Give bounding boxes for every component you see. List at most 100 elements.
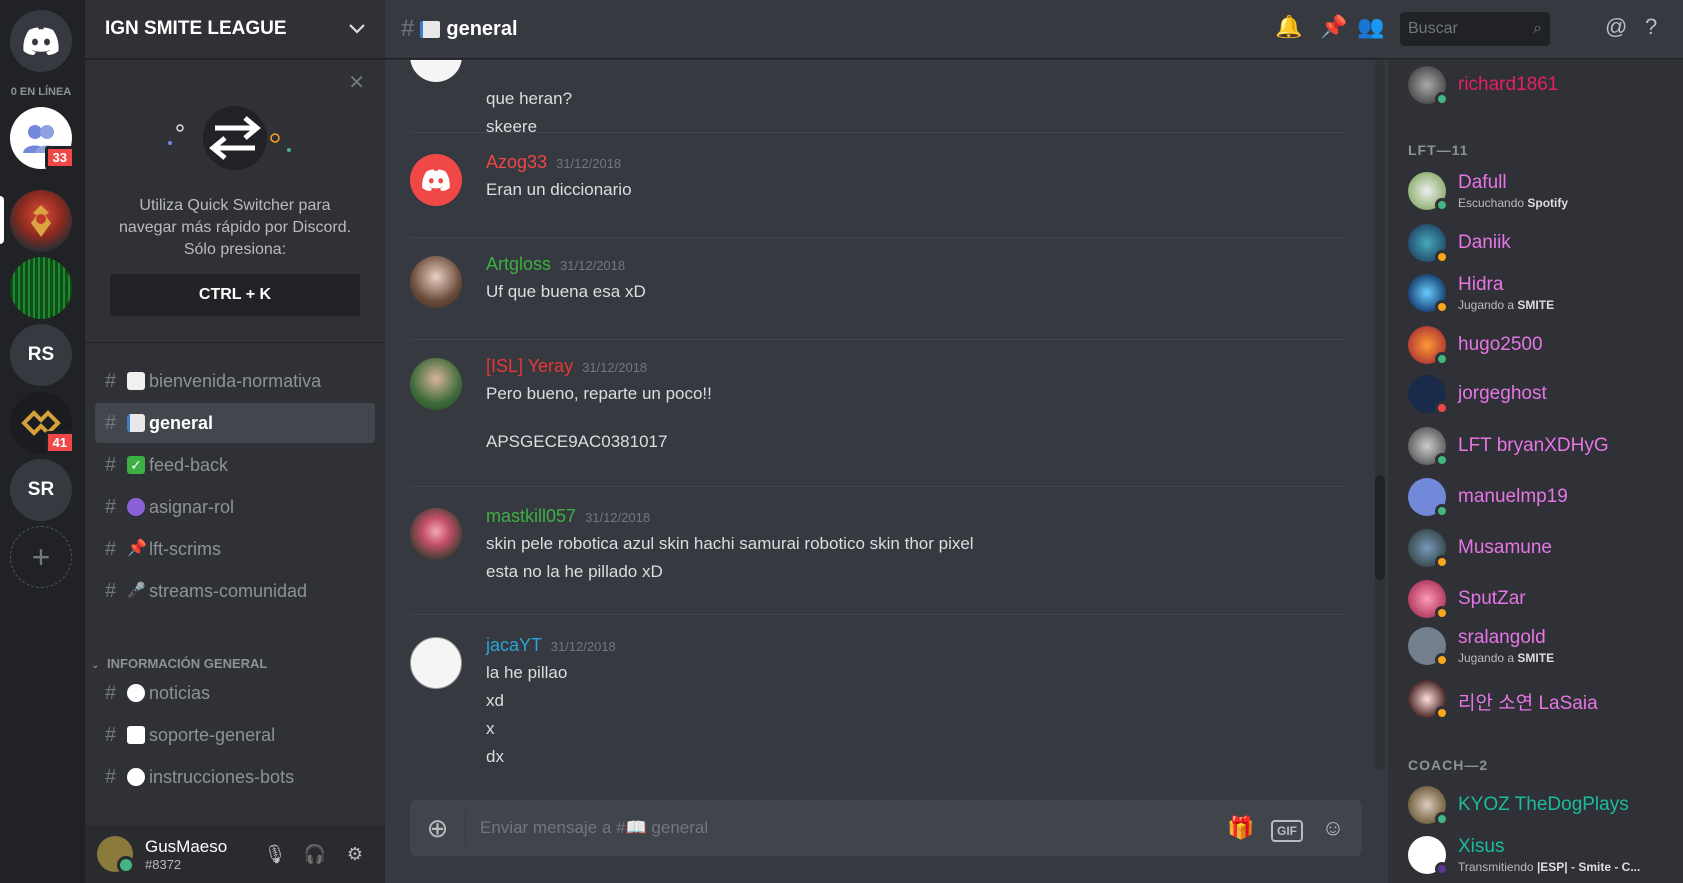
message-divider	[410, 237, 1345, 238]
mute-microphone-icon[interactable]: 🎙	[255, 844, 295, 865]
member-item[interactable]: LFT bryanXDHyG	[1408, 423, 1678, 467]
message-scrollbar[interactable]	[1375, 60, 1385, 770]
bell-icon[interactable]: 🔔	[1275, 14, 1302, 40]
member-item[interactable]: Dafull Escuchando Spotify	[1408, 168, 1678, 212]
search-box[interactable]: Buscar ⌕	[1400, 12, 1550, 46]
hash-icon: #	[105, 411, 117, 434]
emoji-icon[interactable]: ☺	[1310, 815, 1356, 841]
message-divider	[410, 614, 1345, 615]
member-item[interactable]: hugo2500	[1408, 322, 1678, 366]
member-item[interactable]: richard1861	[1408, 62, 1678, 106]
channel-streams-comunidad[interactable]: # 🎤 streams-comunidad	[95, 571, 375, 611]
channel-soporte-general[interactable]: # soporte-general	[95, 715, 375, 755]
scrollbar-thumb[interactable]	[1375, 475, 1385, 580]
message: mastkill057 31/12/2018 skin pele robotic…	[410, 506, 1355, 606]
message-text: que heran?	[486, 89, 573, 108]
upload-button[interactable]: ⊕	[410, 810, 466, 846]
channel-label: asignar-rol	[149, 496, 235, 517]
guild-rs[interactable]: RS	[10, 324, 72, 386]
member-name: Dafull	[1458, 172, 1507, 193]
add-server-button[interactable]: +	[10, 526, 72, 588]
channel-lft-scrims[interactable]: # 📌 lft-scrims	[95, 529, 375, 569]
channel-noticias[interactable]: # noticias	[95, 673, 375, 713]
mention-icon[interactable]: @	[1605, 14, 1627, 40]
message-header: jacaYT 31/12/2018	[486, 635, 616, 656]
check-icon: ✓	[127, 456, 145, 474]
avatar[interactable]	[410, 358, 462, 410]
status-online-icon	[1435, 92, 1449, 106]
member-name: 리안 소연 LaSaia	[1458, 693, 1598, 714]
close-icon[interactable]: ✕	[348, 70, 365, 95]
members-icon[interactable]: 👥	[1357, 14, 1384, 40]
message: Artgloss 31/12/2018 Uf que buena esa xD	[410, 254, 1355, 324]
activity-prefix: Jugando a	[1458, 298, 1515, 312]
hash-icon: #	[105, 495, 117, 518]
channel-label: streams-comunidad	[149, 580, 308, 601]
hash-icon: #	[105, 723, 117, 746]
avatar[interactable]	[410, 256, 462, 308]
channel-instrucciones-bots[interactable]: # instrucciones-bots	[95, 757, 375, 797]
gif-button[interactable]: GIF	[1264, 815, 1310, 842]
book-icon	[420, 20, 441, 38]
message-timestamp: 31/12/2018	[585, 510, 651, 525]
pin-icon[interactable]: 📌	[1320, 14, 1347, 40]
message-author[interactable]: Artgloss	[486, 254, 551, 274]
activity-name: SMITE	[1517, 651, 1555, 665]
member-item[interactable]: manuelmp19	[1408, 474, 1678, 518]
message-author[interactable]: mastkill057	[486, 506, 576, 526]
channel-general[interactable]: # general	[95, 403, 375, 443]
gift-icon[interactable]: 🎁	[1218, 815, 1264, 841]
gif-icon: GIF	[1271, 820, 1303, 842]
message-author[interactable]: Azog33	[486, 152, 547, 172]
guild-ign-smite-league[interactable]	[10, 190, 72, 252]
channel-feed-back[interactable]: # ✓ feed-back	[95, 445, 375, 485]
quick-switcher-line3: Sólo presiona:	[183, 241, 287, 258]
member-item[interactable]: Musamune	[1408, 525, 1678, 569]
member-item[interactable]: Xisus Transmitiendo |ESP| - Smite - C...	[1408, 832, 1678, 876]
search-placeholder: Buscar	[1408, 20, 1458, 37]
guild-diamond[interactable]: 41	[10, 392, 75, 454]
member-item[interactable]: jorgeghost	[1408, 371, 1678, 415]
message-input[interactable]	[466, 818, 1218, 838]
discord-home-button[interactable]	[10, 10, 72, 72]
help-icon[interactable]: ?	[1645, 14, 1657, 40]
message-author[interactable]: [ISL] Yeray	[486, 356, 573, 376]
avatar[interactable]	[410, 637, 462, 689]
channel-label: instrucciones-bots	[149, 766, 295, 787]
guild-green[interactable]	[10, 257, 72, 319]
category-informacion-general[interactable]: ⌄ INFORMACIÓN GENERAL	[91, 656, 267, 671]
page-icon	[127, 372, 145, 390]
channel-bienvenida-normativa[interactable]: # bienvenida-normativa	[95, 361, 375, 401]
message-header: [ISL] Yeray 31/12/2018	[486, 356, 647, 377]
headphones-icon[interactable]: 🎧	[295, 844, 335, 865]
plus-circle-icon: ⊕	[426, 812, 449, 843]
guild-sr[interactable]: SR	[10, 459, 72, 521]
avatar[interactable]	[97, 836, 135, 874]
guild-header[interactable]: IGN SMITE LEAGUE	[85, 0, 385, 59]
member-item[interactable]: KYOZ TheDogPlays	[1408, 782, 1678, 826]
message-header: Azog33 31/12/2018	[486, 152, 621, 173]
member-item[interactable]: 리안 소연 LaSaia	[1408, 676, 1678, 720]
friends-button[interactable]: 33	[10, 107, 75, 169]
avatar[interactable]	[410, 60, 462, 82]
avatar[interactable]	[410, 154, 462, 206]
status-online-icon	[1435, 504, 1449, 518]
member-name: jorgeghost	[1458, 383, 1547, 404]
member-item[interactable]: Hidra Jugando a SMITE	[1408, 270, 1678, 314]
quick-switcher-shortcut[interactable]: CTRL + K	[110, 274, 360, 316]
guild-rs-label: RS	[27, 344, 55, 365]
member-item[interactable]: SputZar	[1408, 576, 1678, 620]
avatar[interactable]	[410, 508, 462, 560]
channel-asignar-rol[interactable]: # asignar-rol	[95, 487, 375, 527]
status-idle-icon	[1435, 555, 1449, 569]
activity-name: Spotify	[1527, 196, 1569, 210]
channel-sidebar: IGN SMITE LEAGUE ✕ Utiliza Quick Switche…	[85, 0, 385, 883]
user-info[interactable]: GusMaeso #8372	[145, 837, 255, 872]
member-item[interactable]: Daniik	[1408, 220, 1678, 264]
robot-icon	[127, 768, 145, 786]
message-author[interactable]: jacaYT	[486, 635, 542, 655]
smite-logo-icon	[31, 205, 51, 237]
member-item[interactable]: sralangold Jugando a SMITE	[1408, 623, 1678, 667]
chat-header: # general 🔔 📌 👥 Buscar ⌕ @ ?	[385, 0, 1683, 59]
gear-icon[interactable]: ⚙	[335, 844, 375, 865]
